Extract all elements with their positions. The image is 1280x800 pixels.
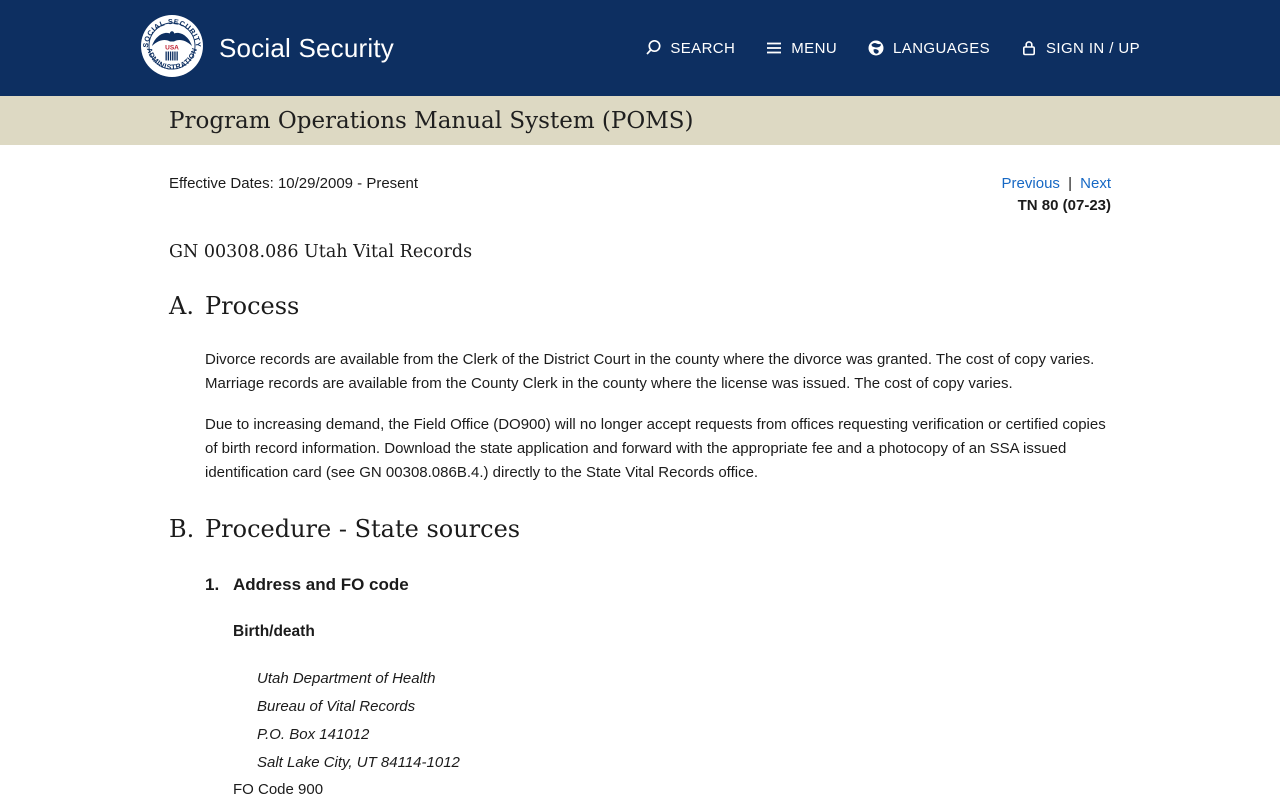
nav-menu[interactable]: MENU xyxy=(765,39,837,57)
nav-menu-label: MENU xyxy=(791,40,837,57)
top-nav: SEARCH MENU xyxy=(644,39,1140,57)
site-header: SOCIAL SECURITY ADMINISTRATION USA xyxy=(0,0,1280,96)
subsection-1-heading: 1. Address and FO code xyxy=(205,575,1111,595)
nav-languages[interactable]: LANGUAGES xyxy=(867,39,990,57)
seal-usa-text: USA xyxy=(165,44,179,51)
effective-dates: Effective Dates: 10/29/2009 - Present xyxy=(169,174,418,194)
address-line: P.O. Box 141012 xyxy=(257,721,1111,749)
pagination: Previous | Next xyxy=(1002,174,1111,194)
ssa-home-link[interactable]: SOCIAL SECURITY ADMINISTRATION USA xyxy=(140,14,394,83)
section-b-heading: B. Procedure - State sources xyxy=(169,515,1111,543)
birth-death-label: Birth/death xyxy=(233,623,1111,641)
section-b-title: Procedure - State sources xyxy=(205,515,520,543)
address-line: Bureau of Vital Records xyxy=(257,693,1111,721)
nav-sign-in-label: SIGN IN / UP xyxy=(1046,40,1140,57)
section-a-title: Process xyxy=(205,292,299,320)
document-title: GN 00308.086 Utah Vital Records xyxy=(169,242,1111,262)
menu-icon xyxy=(765,39,783,57)
previous-link[interactable]: Previous xyxy=(1002,175,1060,192)
transmittal-number: TN 80 (07-23) xyxy=(169,197,1111,214)
ssa-seal-logo: SOCIAL SECURITY ADMINISTRATION USA xyxy=(140,14,204,83)
poms-banner: Program Operations Manual System (POMS) xyxy=(0,96,1280,145)
lock-icon xyxy=(1020,39,1038,57)
section-a-heading: A. Process xyxy=(169,292,1111,320)
nav-search[interactable]: SEARCH xyxy=(644,39,735,57)
brand-name: Social Security xyxy=(219,33,394,64)
subsection-1-title: Address and FO code xyxy=(233,575,409,595)
next-link[interactable]: Next xyxy=(1080,175,1111,192)
poms-banner-inner: Program Operations Manual System (POMS) xyxy=(169,96,1111,145)
meta-row: Effective Dates: 10/29/2009 - Present Pr… xyxy=(169,174,1111,194)
nav-sign-in[interactable]: SIGN IN / UP xyxy=(1020,39,1140,57)
section-a-paragraph-2: Due to increasing demand, the Field Offi… xyxy=(205,413,1111,485)
fo-code: FO Code 900 xyxy=(233,778,1111,800)
address-line: Salt Lake City, UT 84114-1012 xyxy=(257,749,1111,777)
subsection-1-number: 1. xyxy=(205,575,233,595)
globe-icon xyxy=(867,39,885,57)
section-a-label: A. xyxy=(169,292,205,320)
address-line: Utah Department of Health xyxy=(257,665,1111,693)
pagination-separator: | xyxy=(1068,175,1072,192)
nav-languages-label: LANGUAGES xyxy=(893,40,990,57)
header-inner: SOCIAL SECURITY ADMINISTRATION USA xyxy=(140,0,1140,96)
address-block: Utah Department of Health Bureau of Vita… xyxy=(257,665,1111,777)
section-b-label: B. xyxy=(169,515,205,543)
main-content: Effective Dates: 10/29/2009 - Present Pr… xyxy=(169,174,1111,800)
nav-search-label: SEARCH xyxy=(670,40,735,57)
page-title: Program Operations Manual System (POMS) xyxy=(169,108,1111,134)
section-a-paragraph-1: Divorce records are available from the C… xyxy=(205,348,1111,396)
search-icon xyxy=(644,39,662,57)
section-a-body: Divorce records are available from the C… xyxy=(205,348,1111,485)
